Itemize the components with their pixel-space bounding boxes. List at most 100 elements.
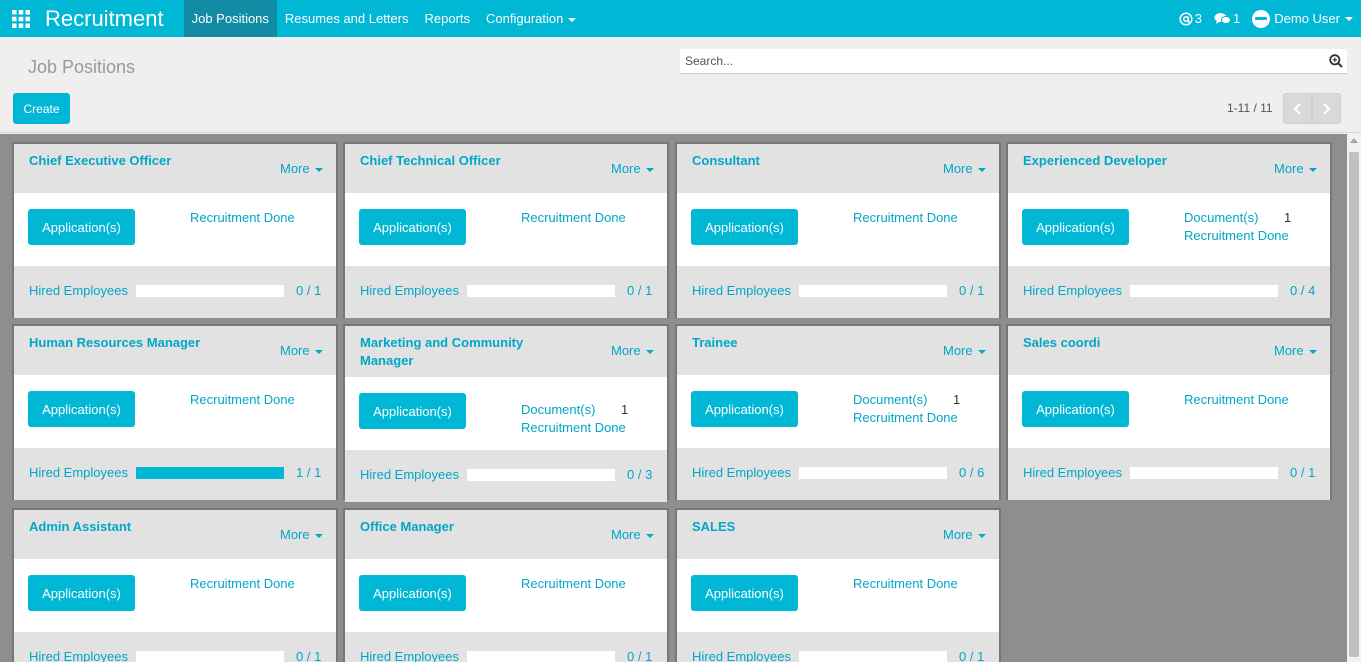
pager-previous-button[interactable] xyxy=(1283,93,1312,124)
documents-link[interactable]: Document(s) xyxy=(1184,210,1258,225)
hired-employees-label[interactable]: Hired Employees xyxy=(29,465,128,480)
job-title[interactable]: Experienced Developer xyxy=(1023,152,1223,170)
documents-link[interactable]: Document(s) xyxy=(521,402,595,417)
menu-configuration[interactable]: Configuration xyxy=(478,0,584,37)
mentions-button[interactable]: 3 xyxy=(1173,0,1208,37)
job-title[interactable]: Chief Technical Officer xyxy=(360,152,560,170)
card-header: Office Manager More xyxy=(345,510,667,559)
applications-button[interactable]: Application(s) xyxy=(359,209,466,245)
scrollbar-thumb[interactable] xyxy=(1349,152,1359,657)
documents-link[interactable]: Document(s) xyxy=(853,392,927,407)
caret-down-icon xyxy=(977,167,986,172)
more-label: More xyxy=(280,527,310,542)
more-dropdown[interactable]: More xyxy=(611,527,654,542)
scroll-up-arrow-icon[interactable] xyxy=(1350,138,1358,143)
job-title[interactable]: SALES xyxy=(692,518,892,536)
caret-down-icon xyxy=(977,349,986,354)
card-footer: Hired Employees 0 / 1 xyxy=(345,266,667,318)
more-dropdown[interactable]: More xyxy=(611,161,654,176)
vertical-scrollbar[interactable] xyxy=(1347,134,1361,662)
recruitment-done-link[interactable]: Recruitment Done xyxy=(853,576,958,591)
recruitment-done-link[interactable]: Recruitment Done xyxy=(190,576,295,591)
caret-down-icon xyxy=(645,533,654,538)
job-title[interactable]: Sales coordi xyxy=(1023,334,1223,352)
applications-button[interactable]: Application(s) xyxy=(1022,391,1129,427)
job-card[interactable]: Chief Technical Officer More Application(s… xyxy=(343,142,669,318)
recruitment-done-link[interactable]: Recruitment Done xyxy=(853,410,958,425)
job-title[interactable]: Human Resources Manager xyxy=(29,334,229,352)
job-title[interactable]: Consultant xyxy=(692,152,892,170)
more-dropdown[interactable]: More xyxy=(280,343,323,358)
applications-button[interactable]: Application(s) xyxy=(691,391,798,427)
create-button[interactable]: Create xyxy=(13,93,70,124)
job-title[interactable]: Chief Executive Officer xyxy=(29,152,229,170)
applications-button[interactable]: Application(s) xyxy=(1022,209,1129,245)
job-card[interactable]: Marketing and Community Manager More Appli… xyxy=(343,324,669,502)
recruitment-done-link[interactable]: Recruitment Done xyxy=(521,420,626,435)
more-dropdown[interactable]: More xyxy=(280,161,323,176)
more-label: More xyxy=(1274,161,1304,176)
apps-grid-icon[interactable] xyxy=(0,0,42,37)
card-footer: Hired Employees 0 / 1 xyxy=(14,632,336,662)
hired-employees-value: 0 / 1 xyxy=(959,283,985,298)
pager-value[interactable]: 1-11 / 11 xyxy=(1227,101,1273,115)
hired-employees-label[interactable]: Hired Employees xyxy=(360,467,459,482)
more-dropdown[interactable]: More xyxy=(280,527,323,542)
recruitment-done-link[interactable]: Recruitment Done xyxy=(853,210,958,225)
job-title[interactable]: Admin Assistant xyxy=(29,518,229,536)
recruitment-done-link[interactable]: Recruitment Done xyxy=(190,392,295,407)
recruitment-done-link[interactable]: Recruitment Done xyxy=(190,210,295,225)
job-card[interactable]: SALES More Application(s) Recruitment Done H… xyxy=(675,508,1001,662)
menu-job-positions[interactable]: Job Positions xyxy=(183,0,277,37)
job-card[interactable]: Consultant More Application(s) Recruitment … xyxy=(675,142,1001,318)
applications-button[interactable]: Application(s) xyxy=(359,393,466,429)
user-menu[interactable]: Demo User xyxy=(1246,0,1361,37)
pager-next-button[interactable] xyxy=(1312,93,1341,124)
applications-button[interactable]: Application(s) xyxy=(691,209,798,245)
card-footer: Hired Employees 0 / 4 xyxy=(1008,266,1330,318)
search-input[interactable] xyxy=(680,50,1325,72)
hired-employees-label[interactable]: Hired Employees xyxy=(1023,465,1122,480)
job-card[interactable]: Human Resources Manager More Application(s… xyxy=(12,324,338,500)
job-card[interactable]: Chief Executive Officer More Application(s… xyxy=(12,142,338,318)
search-icon[interactable] xyxy=(1325,54,1347,68)
hired-employees-label[interactable]: Hired Employees xyxy=(692,649,791,662)
applications-button[interactable]: Application(s) xyxy=(28,575,135,611)
hired-employees-label[interactable]: Hired Employees xyxy=(360,649,459,662)
applications-button[interactable]: Application(s) xyxy=(28,391,135,427)
more-dropdown[interactable]: More xyxy=(943,527,986,542)
hired-employees-label[interactable]: Hired Employees xyxy=(29,283,128,298)
menu-resumes-and-letters[interactable]: Resumes and Letters xyxy=(277,0,417,37)
recruitment-done-link[interactable]: Recruitment Done xyxy=(1184,392,1289,407)
hired-employees-label[interactable]: Hired Employees xyxy=(692,465,791,480)
page-title: Job Positions xyxy=(28,57,136,77)
recruitment-done-link[interactable]: Recruitment Done xyxy=(1184,228,1289,243)
job-title[interactable]: Marketing and Community Manager xyxy=(360,334,560,370)
job-title[interactable]: Office Manager xyxy=(360,518,560,536)
menu-reports[interactable]: Reports xyxy=(417,0,479,37)
job-card[interactable]: Experienced Developer More Application(s) D… xyxy=(1006,142,1332,318)
more-dropdown[interactable]: More xyxy=(943,343,986,358)
job-title[interactable]: Trainee xyxy=(692,334,892,352)
job-card[interactable]: Trainee More Application(s) Document(s) 1 Rec… xyxy=(675,324,1001,500)
recruitment-done-link[interactable]: Recruitment Done xyxy=(521,210,626,225)
hired-employees-label[interactable]: Hired Employees xyxy=(360,283,459,298)
job-card[interactable]: Sales coordi More Application(s) Recruitmen… xyxy=(1006,324,1332,500)
card-footer: Hired Employees 1 / 1 xyxy=(14,448,336,500)
job-card[interactable]: Admin Assistant More Application(s) Recruit… xyxy=(12,508,338,662)
more-dropdown[interactable]: More xyxy=(1274,161,1317,176)
job-card[interactable]: Office Manager More Application(s) Recruitm… xyxy=(343,508,669,662)
applications-button[interactable]: Application(s) xyxy=(691,575,798,611)
more-dropdown[interactable]: More xyxy=(1274,343,1317,358)
hired-progress-bar xyxy=(798,466,948,480)
recruitment-done-link[interactable]: Recruitment Done xyxy=(521,576,626,591)
messages-button[interactable]: 1 xyxy=(1208,0,1246,37)
hired-employees-label[interactable]: Hired Employees xyxy=(29,649,128,662)
hired-employees-label[interactable]: Hired Employees xyxy=(1023,283,1122,298)
more-dropdown[interactable]: More xyxy=(611,343,654,358)
more-dropdown[interactable]: More xyxy=(943,161,986,176)
applications-button[interactable]: Application(s) xyxy=(28,209,135,245)
hired-progress-bar xyxy=(466,284,616,298)
applications-button[interactable]: Application(s) xyxy=(359,575,466,611)
hired-employees-label[interactable]: Hired Employees xyxy=(692,283,791,298)
